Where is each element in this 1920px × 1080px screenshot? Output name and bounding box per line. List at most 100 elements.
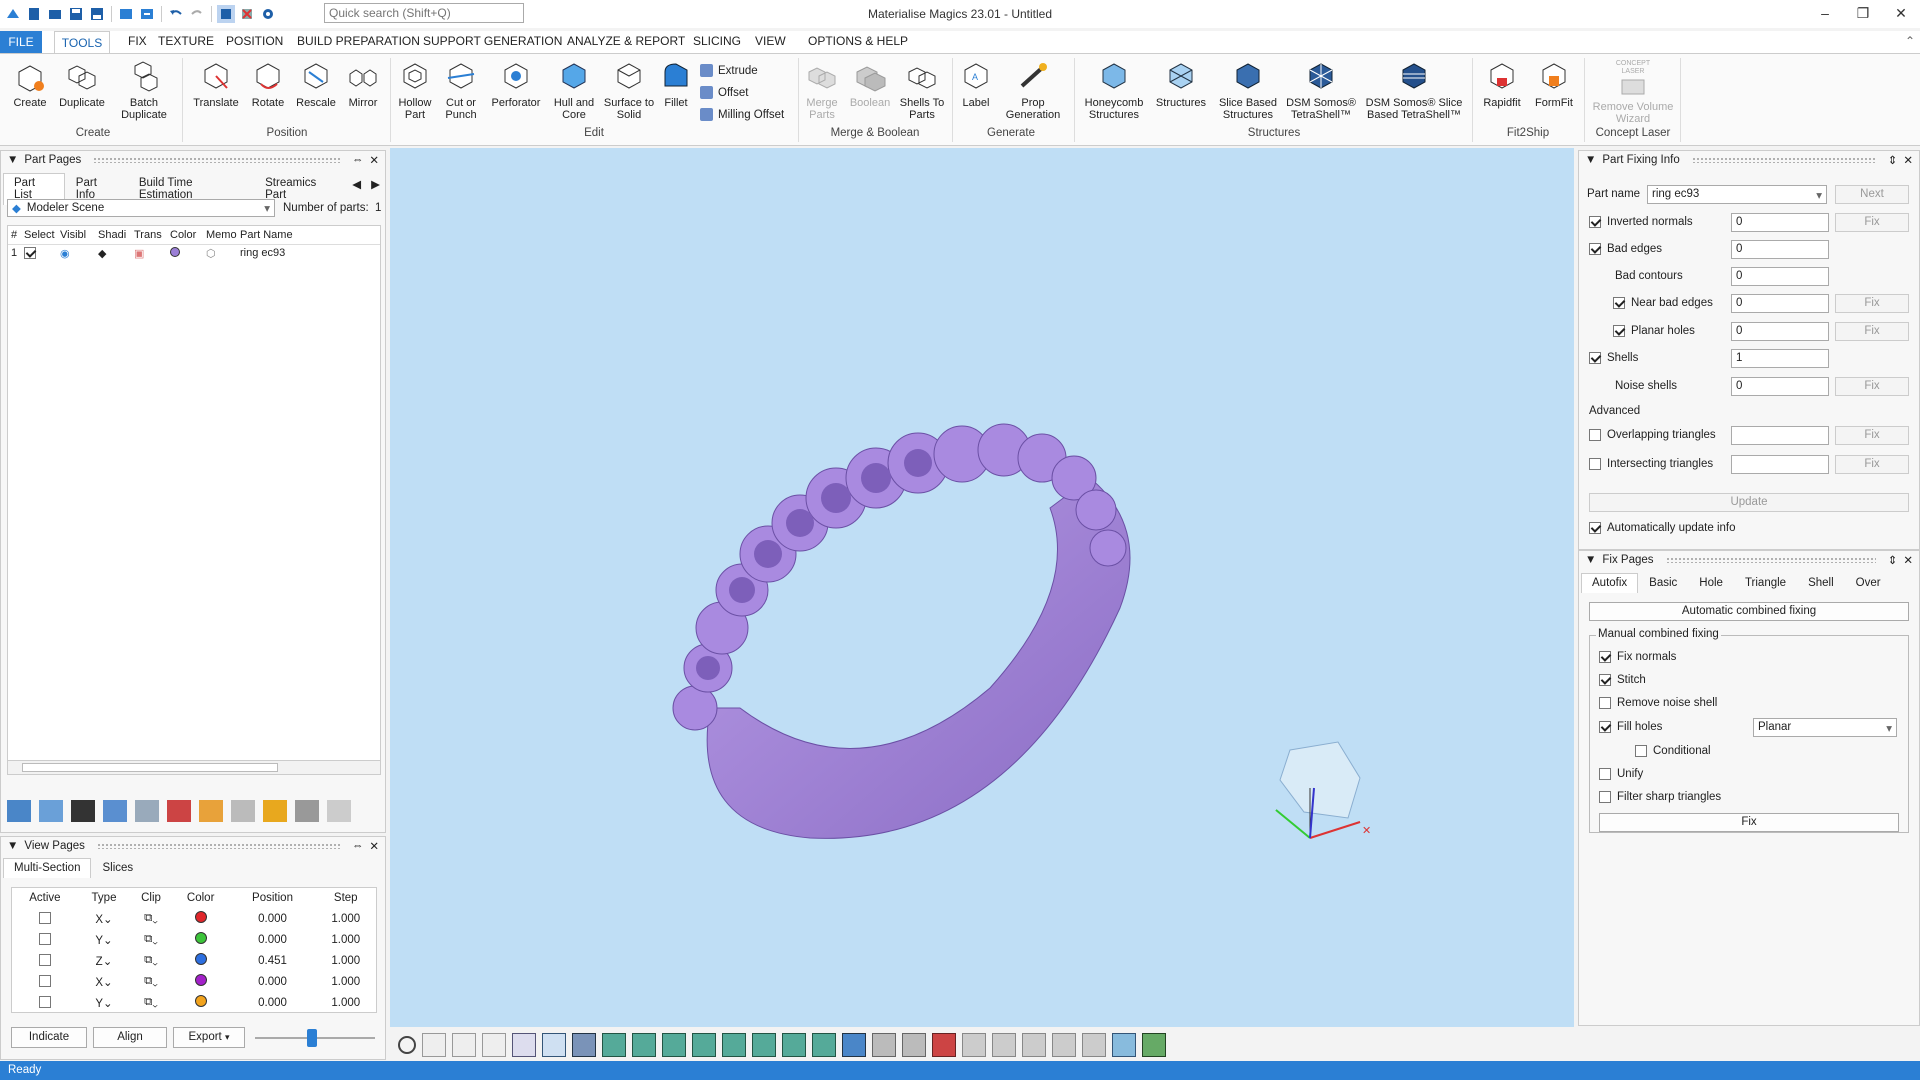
shading-mode-icon[interactable] [572,1033,596,1057]
shells-to-parts-button[interactable]: Shells To Parts [898,60,946,121]
step-value[interactable]: 1.000 [316,950,377,971]
collapse-icon[interactable]: ▼ [1585,554,1596,566]
tab-hole[interactable]: Hole [1688,573,1734,593]
clip-cell[interactable]: ⧉⌄ [130,950,172,971]
select-shell-icon[interactable] [692,1033,716,1057]
position-value[interactable]: 0.000 [230,929,316,950]
close-panel-icon[interactable]: ✕ [369,153,379,167]
active-checkbox[interactable] [38,954,51,967]
collapse-ribbon-icon[interactable]: ⌃ [1905,34,1915,48]
mark-triangles-icon[interactable] [872,1033,896,1057]
zoom-icon[interactable] [398,1036,416,1054]
close-panel-icon[interactable]: ✕ [1903,153,1913,167]
zoom-fit-icon[interactable] [482,1033,506,1057]
section-type-cell[interactable]: Y⌄ [78,992,130,1013]
clip-cell[interactable]: ⧉⌄ [130,992,172,1013]
table-row[interactable]: Y⌄ ⧉⌄ 0.000 1.000 [12,929,376,950]
table-row[interactable]: 1 ◉ ◆ ▣ ⬡ ring ec93 [8,244,380,262]
active-checkbox[interactable] [38,996,51,1009]
column-header[interactable]: Color [170,226,206,244]
tab-slices[interactable]: Slices [91,858,144,878]
translate-button[interactable]: Translate [190,60,242,109]
menu-fix[interactable]: FIX [128,34,147,48]
menu-tools[interactable]: TOOLS [54,31,110,53]
section-type-cell[interactable]: Y⌄ [78,929,130,950]
select-surface-icon[interactable] [662,1033,686,1057]
lasso-icon[interactable] [722,1033,746,1057]
near-bad-edges-checkbox[interactable] [1613,297,1625,309]
measure-icon[interactable] [782,1033,806,1057]
pin-icon[interactable]: ⇔ [352,840,364,852]
color-cell[interactable] [172,929,230,950]
extrude-button[interactable]: Extrude [700,64,758,77]
tab-basic[interactable]: Basic [1638,573,1688,593]
close-button[interactable]: ✕ [1882,0,1920,26]
dsm-slice-tetrashell-button[interactable]: DSM Somos® Slice Based TetraShell™ [1362,60,1466,121]
offset-button[interactable]: Offset [700,86,748,99]
merge-parts-button[interactable]: Merge Parts [802,60,842,121]
expand-marking-icon[interactable] [992,1033,1016,1057]
drag-handle[interactable] [1665,557,1876,563]
color-cell[interactable] [172,908,230,929]
perforator-button[interactable]: Perforator [488,60,544,109]
clip-cell[interactable]: ⧉⌄ [130,971,172,992]
ungroup-parts-icon[interactable] [135,800,159,822]
menu-slicing[interactable]: SLICING [693,34,741,48]
part-name-select[interactable]: ring ec93 ▾ [1647,185,1827,204]
formfit-button[interactable]: FormFit [1530,60,1578,109]
collapse-icon[interactable]: ▼ [1585,154,1596,166]
fix-noise-shells-button[interactable]: Fix [1835,377,1909,396]
zoom-window-icon[interactable] [422,1033,446,1057]
tab-triangle[interactable]: Triangle [1734,573,1797,593]
shrink-marking-icon[interactable] [1022,1033,1046,1057]
collapse-icon[interactable]: ▼ [7,840,18,852]
column-header[interactable]: Trans [134,226,170,244]
view-orientation-icon[interactable] [512,1033,536,1057]
fix-normals-checkbox[interactable] [1599,651,1611,663]
menu-analyze-report[interactable]: ANALYZE & REPORT [567,34,685,48]
active-checkbox[interactable] [38,975,51,988]
update-button[interactable]: Update [1589,493,1909,512]
step-value[interactable]: 1.000 [316,971,377,992]
close-panel-icon[interactable]: ✕ [1903,553,1913,567]
shading-icon[interactable]: ◆ [98,244,134,262]
fill-mode-select[interactable]: Planar ▾ [1753,718,1897,737]
column-header[interactable]: # [8,226,24,244]
label-tag-icon[interactable] [263,800,287,822]
slice-based-structures-button[interactable]: Slice Based Structures [1216,60,1280,121]
pin-icon[interactable]: ⇕ [1888,553,1898,567]
select-plane-icon[interactable] [632,1033,656,1057]
select-checkbox[interactable] [24,247,36,260]
column-header[interactable]: Select [24,226,60,244]
indicate-button[interactable]: Indicate [11,1027,87,1048]
unify-checkbox[interactable] [1599,768,1611,780]
rapidfit-button[interactable]: Rapidfit [1478,60,1526,109]
ring-model[interactable]: ✕ [390,148,1574,1027]
color-cell[interactable] [172,950,230,971]
hull-core-button[interactable]: Hull and Core [548,60,600,121]
triangle-color-icon[interactable] [1142,1033,1166,1057]
maximize-button[interactable]: ❐ [1844,0,1882,26]
active-checkbox[interactable] [38,933,51,946]
conditional-checkbox[interactable] [1635,745,1647,757]
pin-icon[interactable]: ⇔ [352,154,364,166]
batch-duplicate-button[interactable]: Batch Duplicate [116,60,172,121]
prop-generation-button[interactable]: Prop Generation [1002,60,1064,121]
position-value[interactable]: 0.000 [230,908,316,929]
section-type-cell[interactable]: X⌄ [78,908,130,929]
pin-icon[interactable]: ⇕ [1888,153,1898,167]
collapse-icon[interactable]: ▼ [7,154,18,166]
fix-intersecting-button[interactable]: Fix [1835,455,1909,474]
intersecting-triangles-checkbox[interactable] [1589,458,1601,470]
menu-position[interactable]: POSITION [226,34,283,48]
milling-offset-button[interactable]: Milling Offset [700,108,784,121]
column-header[interactable]: Visibl [60,226,98,244]
remove-noise-checkbox[interactable] [1599,697,1611,709]
active-checkbox[interactable] [38,912,51,925]
clip-cell[interactable]: ⧉⌄ [130,929,172,950]
next-button[interactable]: Next [1835,185,1909,204]
hollow-part-button[interactable]: Hollow Part [394,60,436,121]
part-color-swatch[interactable] [170,246,180,257]
fix-planar-holes-button[interactable]: Fix [1835,322,1909,341]
mark-shell-icon[interactable] [1052,1033,1076,1057]
